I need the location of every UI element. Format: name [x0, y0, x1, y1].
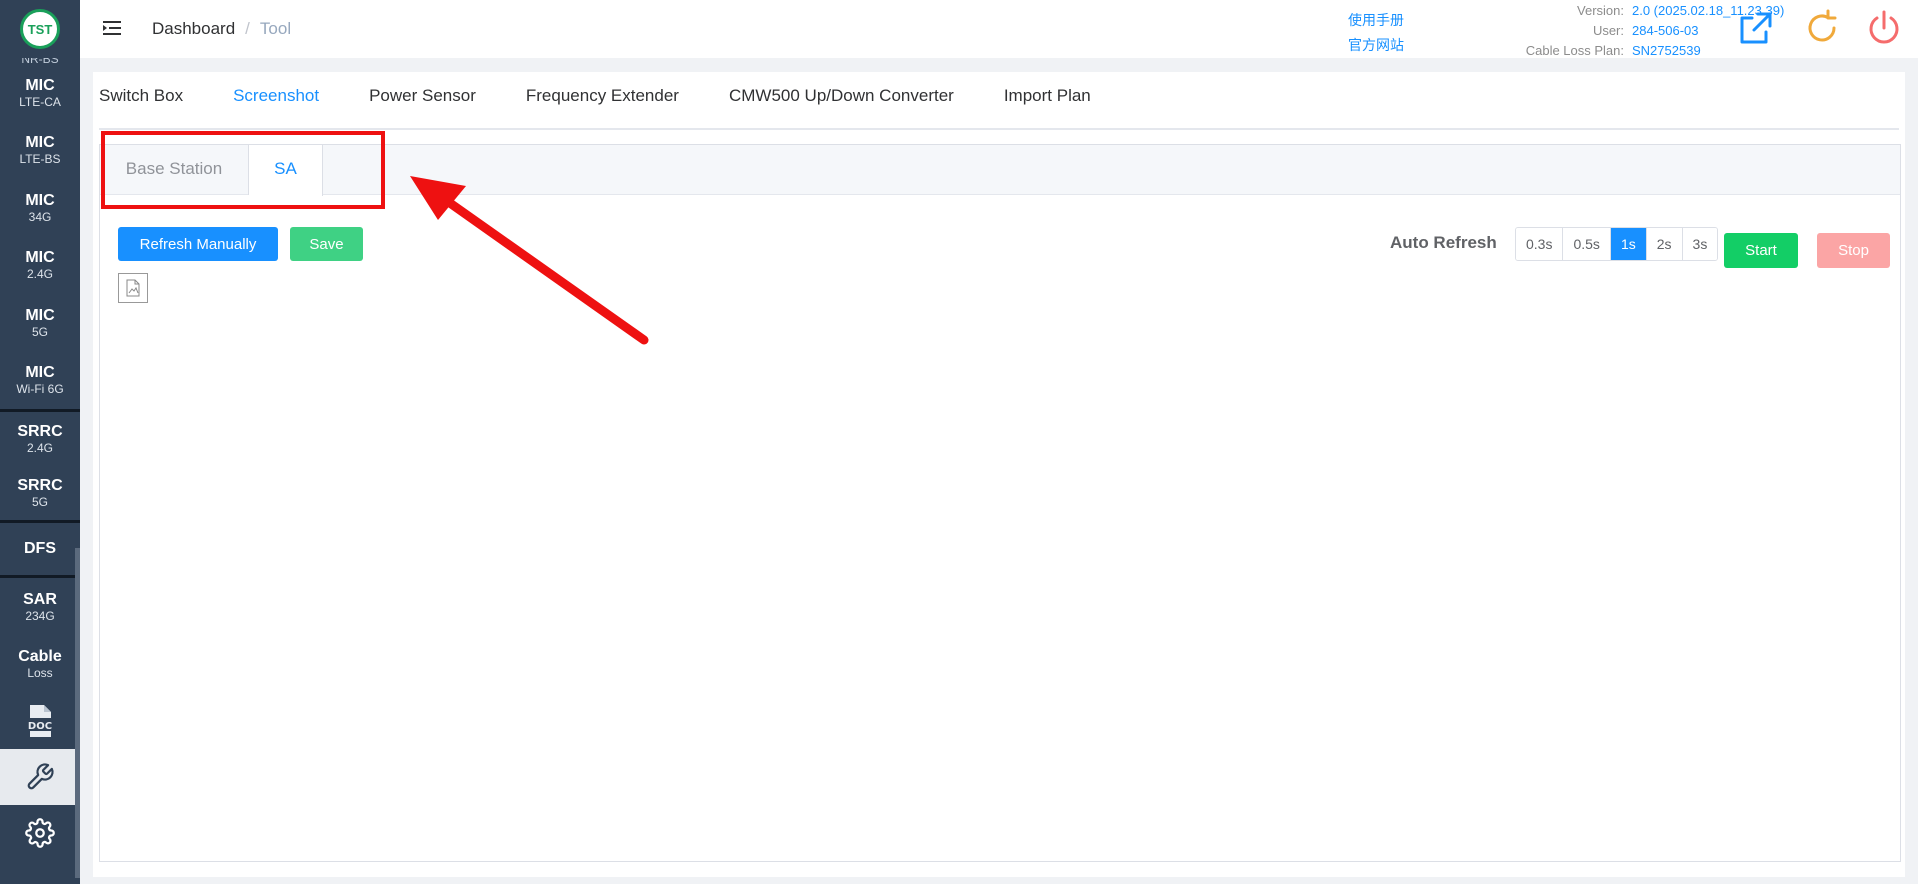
- sidebar-item-label: SAR: [23, 590, 57, 608]
- logo[interactable]: TST: [0, 0, 80, 58]
- interval-1s[interactable]: 1s: [1610, 228, 1647, 260]
- sidebar-item-label: DFS: [24, 540, 56, 557]
- sidebar-item-sublabel: Loss: [27, 666, 53, 681]
- manual-link[interactable]: 使用手册: [1348, 8, 1404, 33]
- sidebar-nav: MIC LTE-CA MIC LTE-BS MIC 34G MIC 2.4G M…: [0, 64, 80, 861]
- sidebar-scrollbar[interactable]: [75, 548, 80, 878]
- sidebar-item-sublabel: 34G: [28, 209, 52, 224]
- tab-screenshot[interactable]: Screenshot: [233, 86, 319, 118]
- interval-0-3s[interactable]: 0.3s: [1516, 228, 1564, 260]
- breadcrumb-separator: /: [245, 19, 250, 38]
- start-button[interactable]: Start: [1724, 233, 1798, 268]
- sidebar-item-sublabel: 234G: [25, 608, 55, 623]
- screenshot-panel: Base Station SA Refresh Manually Save Au…: [99, 144, 1901, 862]
- logo-badge: TST: [20, 9, 60, 49]
- gear-icon: [25, 818, 55, 848]
- tool-tabs: Switch Box Screenshot Power Sensor Frequ…: [99, 86, 1141, 118]
- sidebar-item-mic-34g[interactable]: MIC 34G: [0, 179, 80, 237]
- screenshot-subtabs: Base Station SA: [100, 145, 1900, 196]
- sidebar-item-sublabel: 5G: [31, 324, 48, 339]
- export-icon[interactable]: [1736, 8, 1776, 48]
- breadcrumb: Dashboard / Tool: [152, 19, 291, 39]
- main-content: Switch Box Screenshot Power Sensor Frequ…: [93, 72, 1905, 877]
- sidebar-item-label: MIC: [25, 249, 55, 267]
- doc-icon-label: DOC: [28, 721, 52, 732]
- user-value: 284-506-03: [1632, 23, 1699, 38]
- sidebar-item-label: MIC: [25, 76, 55, 94]
- header-links: 使用手册 官方网站: [1348, 8, 1404, 58]
- website-link[interactable]: 官方网站: [1348, 33, 1404, 58]
- sidebar-item-label: Cable: [18, 648, 62, 666]
- doc-icon: DOC: [26, 705, 54, 737]
- version-label: Version:: [1577, 3, 1624, 18]
- sidebar-item-srrc-2-4g[interactable]: SRRC 2.4G: [0, 412, 80, 466]
- tab-cmw500-converter[interactable]: CMW500 Up/Down Converter: [729, 86, 954, 118]
- broken-image-icon: [118, 273, 148, 303]
- top-header: Dashboard / Tool 使用手册 官方网站 Version: 2.0 (20…: [80, 0, 1918, 58]
- interval-3s[interactable]: 3s: [1682, 228, 1718, 260]
- sidebar-item-doc[interactable]: DOC: [0, 693, 80, 749]
- sidebar-item-settings[interactable]: [0, 805, 80, 861]
- sidebar-item-label: MIC: [25, 134, 55, 152]
- subtab-base-station[interactable]: Base Station: [100, 145, 249, 195]
- menu-toggle-icon[interactable]: [102, 18, 122, 38]
- interval-2s[interactable]: 2s: [1646, 228, 1683, 260]
- tabs-divider: [99, 128, 1899, 130]
- sidebar-item-mic-lte-ca[interactable]: MIC LTE-CA: [0, 64, 80, 122]
- sidebar-item-label: SRRC: [17, 477, 63, 494]
- cable-loss-plan-label: Cable Loss Plan:: [1525, 43, 1624, 58]
- sidebar-item-label: MIC: [25, 306, 55, 324]
- refresh-icon[interactable]: [1802, 8, 1842, 48]
- sidebar-item-label: MIC: [25, 364, 55, 382]
- cable-loss-plan-value: SN2752539: [1632, 43, 1701, 58]
- sidebar-item-label: MIC: [25, 191, 55, 209]
- tab-power-sensor[interactable]: Power Sensor: [369, 86, 476, 118]
- tab-import-plan[interactable]: Import Plan: [1004, 86, 1091, 118]
- sidebar-item-sublabel: LTE-BS: [19, 152, 61, 167]
- sidebar-item-tool[interactable]: [0, 749, 80, 805]
- sidebar-item-sublabel: 5G: [31, 495, 48, 509]
- version-info: Version: 2.0 (2025.02.18_11.23.39) User: 2…: [1438, 1, 1785, 61]
- sidebar-item-mic-lte-bs[interactable]: MIC LTE-BS: [0, 122, 80, 180]
- sidebar-item-label: SRRC: [17, 423, 63, 440]
- refresh-interval-group: 0.3s 0.5s 1s 2s 3s: [1515, 227, 1719, 261]
- subtab-sa[interactable]: SA: [249, 145, 323, 196]
- sidebar-item-sar-234g[interactable]: SAR 234G: [0, 578, 80, 636]
- sidebar-item-cable-loss[interactable]: Cable Loss: [0, 636, 80, 694]
- save-button[interactable]: Save: [290, 227, 363, 261]
- sidebar-item-mic-wifi-6g[interactable]: MIC Wi-Fi 6G: [0, 352, 80, 410]
- tab-frequency-extender[interactable]: Frequency Extender: [526, 86, 679, 118]
- breadcrumb-current: Tool: [259, 19, 292, 38]
- sidebar-item-mic-2-4g[interactable]: MIC 2.4G: [0, 237, 80, 295]
- user-label: User:: [1592, 23, 1624, 38]
- sidebar-item-srrc-5g[interactable]: SRRC 5G: [0, 466, 80, 520]
- sidebar-item-sublabel: Wi-Fi 6G: [16, 382, 64, 397]
- sidebar-item-sublabel: LTE-CA: [19, 94, 61, 109]
- sidebar: TST NR-BS MIC LTE-CA MIC LTE-BS MIC 34G …: [0, 0, 80, 884]
- stop-button: Stop: [1817, 233, 1890, 268]
- auto-refresh-label: Auto Refresh: [1390, 233, 1497, 252]
- sidebar-item-mic-5g[interactable]: MIC 5G: [0, 294, 80, 352]
- sidebar-item-sublabel: 2.4G: [26, 267, 53, 282]
- tab-switch-box[interactable]: Switch Box: [99, 86, 183, 118]
- power-icon[interactable]: [1864, 8, 1904, 48]
- wrench-icon: [27, 763, 54, 790]
- sidebar-item-sublabel: 2.4G: [26, 441, 53, 455]
- refresh-manually-button[interactable]: Refresh Manually: [118, 227, 278, 261]
- breadcrumb-home[interactable]: Dashboard: [152, 19, 235, 38]
- sidebar-item-dfs[interactable]: DFS: [0, 523, 80, 575]
- interval-0-5s[interactable]: 0.5s: [1563, 228, 1611, 260]
